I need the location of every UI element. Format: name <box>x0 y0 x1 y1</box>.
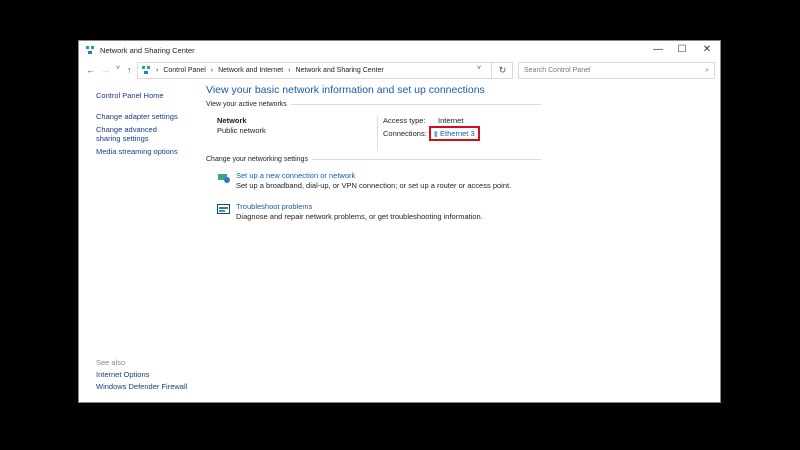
network-type[interactable]: Public network <box>217 126 377 136</box>
new-connection-icon <box>218 174 230 183</box>
search-placeholder: Search Control Panel <box>524 67 591 74</box>
ethernet-icon: ▮ <box>433 129 438 138</box>
change-settings-section: Change your networking settings <box>206 156 541 163</box>
forward-button[interactable]: → <box>101 65 110 75</box>
setup-connection-link[interactable]: Set up a new connection or network <box>236 171 511 181</box>
title-bar: Network and Sharing Center <box>79 41 720 59</box>
recent-locations-button[interactable]: ˅ <box>116 65 120 72</box>
task-description: Set up a broadband, dial-up, or VPN conn… <box>236 181 512 190</box>
access-type-value: Internet <box>438 116 464 125</box>
search-input[interactable]: Search Control Panel ⌕ <box>518 62 715 79</box>
see-also: See also Internet Options Windows Defend… <box>96 357 187 393</box>
task-description: Diagnose and repair network problems, or… <box>236 212 483 221</box>
back-button[interactable]: ← <box>86 65 95 75</box>
sidebar-change-adapter-settings[interactable]: Change adapter settings <box>96 112 181 121</box>
section-heading: View your active networks <box>206 101 287 108</box>
connection-name[interactable]: Ethernet 3 <box>440 129 475 138</box>
network-name: Network <box>217 116 247 125</box>
address-dropdown-button[interactable]: ˅ <box>477 65 481 72</box>
active-networks-section: View your active networks <box>206 101 541 108</box>
sidebar-media-streaming[interactable]: Media streaming options <box>96 147 181 156</box>
breadcrumb-control-panel[interactable]: Control Panel <box>163 67 205 74</box>
defender-firewall-link[interactable]: Windows Defender Firewall <box>96 381 187 393</box>
sidebar: Control Panel Home Change adapter settin… <box>96 91 181 160</box>
network-icon <box>86 46 94 54</box>
troubleshoot-icon <box>217 204 230 214</box>
sidebar-change-advanced-sharing[interactable]: Change advanced sharing settings <box>96 125 181 143</box>
ethernet-connection-link[interactable]: ▮ Ethernet 3 <box>428 126 480 141</box>
setup-connection-task: Set up a new connection or network Set up… <box>217 171 541 191</box>
refresh-button[interactable]: ↻ <box>491 62 513 79</box>
connections-label: Connections: <box>383 129 427 138</box>
active-network: Network Public network Access type: Inter… <box>217 116 541 151</box>
sidebar-control-panel-home[interactable]: Control Panel Home <box>96 91 181 100</box>
internet-options-link[interactable]: Internet Options <box>96 369 187 381</box>
section-heading: Change your networking settings <box>206 156 308 163</box>
window-title: Network and Sharing Center <box>100 45 195 55</box>
maximize-button[interactable]: ☐ <box>669 43 695 57</box>
troubleshoot-link[interactable]: Troubleshoot problems <box>236 202 483 212</box>
address-bar[interactable]: › Control Panel › Network and Internet ›… <box>137 62 513 79</box>
troubleshoot-task: Troubleshoot problems Diagnose and repair… <box>217 202 541 222</box>
access-type-label: Access type: <box>383 116 426 125</box>
minimize-button[interactable]: — <box>645 43 671 57</box>
network-sharing-center-window: Network and Sharing Center — ☐ ✕ ← → ˅ ↑… <box>78 40 721 403</box>
main-content: View your basic network information and … <box>206 84 541 233</box>
up-button[interactable]: ↑ <box>127 65 132 75</box>
page-title: View your basic network information and … <box>206 84 485 96</box>
search-icon[interactable]: ⌕ <box>705 67 709 75</box>
breadcrumb-network-sharing-center[interactable]: Network and Sharing Center <box>295 67 383 74</box>
see-also-label: See also <box>96 358 126 367</box>
control-panel-icon <box>142 66 150 74</box>
close-button[interactable]: ✕ <box>694 43 720 57</box>
breadcrumb-network-internet[interactable]: Network and Internet <box>218 67 283 74</box>
navigation-bar: ← → ˅ ↑ › Control Panel › Network and In… <box>79 62 720 80</box>
